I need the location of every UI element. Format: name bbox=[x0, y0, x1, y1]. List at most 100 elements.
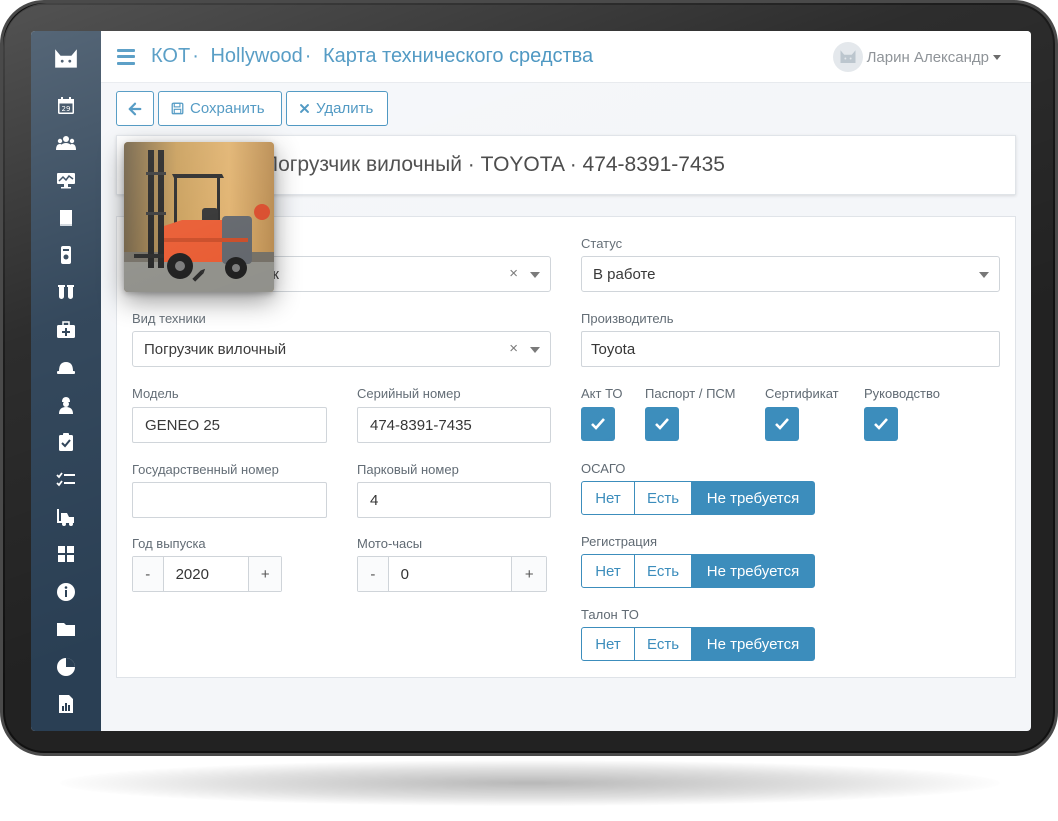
dropdown-arrow-icon[interactable] bbox=[530, 347, 540, 353]
certificate-checkbox[interactable] bbox=[765, 407, 799, 441]
puzzle-icon bbox=[58, 546, 74, 563]
sidebar: 29 bbox=[31, 31, 101, 731]
sidebar-item-documents[interactable] bbox=[31, 610, 101, 647]
sidebar-item-inspections[interactable] bbox=[31, 424, 101, 461]
hours-increment-button[interactable]: + bbox=[512, 557, 546, 591]
osago-option-no[interactable]: Нет bbox=[581, 481, 635, 515]
pie-chart-icon bbox=[57, 657, 75, 676]
forklift-icon bbox=[57, 508, 74, 526]
park-number-field[interactable]: 4 bbox=[357, 482, 551, 518]
svg-text:29: 29 bbox=[62, 105, 71, 113]
state-number-field[interactable] bbox=[132, 482, 327, 518]
hours-stepper: - 0 + bbox=[357, 556, 547, 592]
sidebar-item-equipment[interactable] bbox=[31, 498, 101, 535]
clear-icon[interactable]: × bbox=[509, 340, 518, 357]
check-icon bbox=[655, 418, 669, 430]
kind-value: Погрузчик вилочный bbox=[144, 340, 287, 358]
user-name: Ларин Александр bbox=[866, 48, 989, 66]
book-icon bbox=[60, 209, 72, 226]
registration-option-yes[interactable]: Есть bbox=[634, 554, 692, 588]
check-icon bbox=[874, 418, 888, 430]
screen: 29 КОТ · Hollywood · Карта технического … bbox=[31, 31, 1031, 731]
year-label: Год выпуска bbox=[132, 536, 206, 551]
hours-label: Мото-часы bbox=[357, 536, 423, 551]
close-icon bbox=[300, 104, 309, 113]
sidebar-item-monitoring[interactable] bbox=[31, 162, 101, 199]
hours-decrement-button[interactable]: - bbox=[358, 557, 388, 591]
dropdown-arrow-icon[interactable] bbox=[979, 272, 989, 278]
delete-button[interactable]: Удалить bbox=[286, 91, 388, 126]
page-title: Погрузчик вилочный · TOYOTA · 474-8391-7… bbox=[263, 153, 725, 176]
top-bar: КОТ · Hollywood · Карта технического средс… bbox=[101, 31, 1031, 83]
year-field[interactable]: 2020 bbox=[162, 557, 250, 591]
save-icon bbox=[171, 102, 184, 115]
checkbox-label: Паспорт / ПСМ bbox=[645, 386, 736, 401]
registration-option-no[interactable]: Нет bbox=[581, 554, 635, 588]
hours-field[interactable]: 0 bbox=[387, 557, 513, 591]
year-increment-button[interactable]: + bbox=[249, 557, 281, 591]
equipment-photo[interactable] bbox=[124, 142, 274, 292]
user-menu[interactable]: Ларин Александр bbox=[832, 42, 1001, 72]
toolbar: Сохранить Удалить bbox=[116, 91, 388, 126]
sidebar-item-analytics[interactable] bbox=[31, 648, 101, 685]
kind-select[interactable]: Погрузчик вилочный × bbox=[132, 331, 551, 367]
year-stepper: - 2020 + bbox=[132, 556, 282, 592]
sidebar-item-book[interactable] bbox=[31, 199, 101, 236]
breadcrumb-item[interactable]: КОТ bbox=[151, 45, 190, 67]
sidebar-item-modules[interactable] bbox=[31, 536, 101, 573]
registration-label: Регистрация bbox=[581, 534, 657, 549]
dropdown-arrow-icon[interactable] bbox=[530, 272, 540, 278]
worker-icon bbox=[59, 396, 73, 414]
sidebar-item-tasks[interactable] bbox=[31, 461, 101, 498]
clipboard-check-icon bbox=[59, 433, 73, 452]
sidebar-item-workers[interactable] bbox=[31, 386, 101, 423]
status-label: Статус bbox=[581, 236, 623, 251]
osago-toggle: Нет Есть Не требуется bbox=[581, 481, 815, 515]
ticket-option-no[interactable]: Нет bbox=[581, 627, 635, 661]
checkbox-label: Сертификат bbox=[765, 386, 839, 401]
act-to-checkbox[interactable] bbox=[581, 407, 615, 441]
cat-logo-icon[interactable] bbox=[31, 31, 101, 87]
osago-option-not-required[interactable]: Не требуется bbox=[691, 481, 815, 515]
device-shadow bbox=[60, 760, 1000, 806]
arrow-left-icon bbox=[128, 102, 142, 115]
sidebar-item-safety[interactable] bbox=[31, 349, 101, 386]
sidebar-item-medical[interactable] bbox=[31, 311, 101, 348]
ticket-option-not-required[interactable]: Не требуется bbox=[691, 627, 815, 661]
save-button[interactable]: Сохранить bbox=[158, 91, 282, 126]
sidebar-item-users[interactable] bbox=[31, 124, 101, 161]
osago-option-yes[interactable]: Есть bbox=[634, 481, 692, 515]
menu-toggle-icon[interactable] bbox=[117, 48, 135, 65]
clear-icon[interactable]: × bbox=[509, 265, 518, 282]
caret-down-icon bbox=[993, 54, 1001, 60]
serial-field[interactable]: 474-8391-7435 bbox=[357, 407, 551, 443]
ticket-option-yes[interactable]: Есть bbox=[634, 627, 692, 661]
avatar bbox=[832, 42, 863, 72]
ticket-label: Талон ТО bbox=[581, 607, 639, 622]
passport-checkbox[interactable] bbox=[645, 407, 679, 441]
checklist-icon bbox=[56, 472, 75, 486]
folder-icon bbox=[57, 623, 75, 637]
manual-checkbox[interactable] bbox=[864, 407, 898, 441]
calendar-icon: 29 bbox=[58, 96, 74, 114]
status-select[interactable]: В работе bbox=[581, 256, 1000, 292]
delete-button-label: Удалить bbox=[316, 100, 374, 117]
sidebar-item-reports[interactable] bbox=[31, 685, 101, 722]
report-icon bbox=[59, 694, 73, 713]
sidebar-item-calendar[interactable]: 29 bbox=[31, 87, 101, 124]
sidebar-item-lab[interactable] bbox=[31, 274, 101, 311]
sidebar-item-info[interactable] bbox=[31, 573, 101, 610]
breadcrumb-current: Карта технического средства bbox=[322, 45, 594, 67]
manufacturer-field[interactable]: Toyota bbox=[581, 331, 1000, 367]
model-field[interactable]: GENEO 25 bbox=[132, 407, 327, 443]
sidebar-item-devices[interactable] bbox=[31, 237, 101, 274]
osago-label: ОСАГО bbox=[581, 461, 626, 476]
registration-toggle: Нет Есть Не требуется bbox=[581, 554, 815, 588]
manufacturer-label: Производитель bbox=[581, 311, 674, 326]
back-button[interactable] bbox=[116, 91, 154, 126]
first-aid-kit-icon bbox=[57, 321, 75, 339]
year-decrement-button[interactable]: - bbox=[133, 557, 163, 591]
check-icon bbox=[591, 418, 605, 430]
breadcrumb-item[interactable]: Hollywood bbox=[210, 45, 302, 67]
registration-option-not-required[interactable]: Не требуется bbox=[691, 554, 815, 588]
